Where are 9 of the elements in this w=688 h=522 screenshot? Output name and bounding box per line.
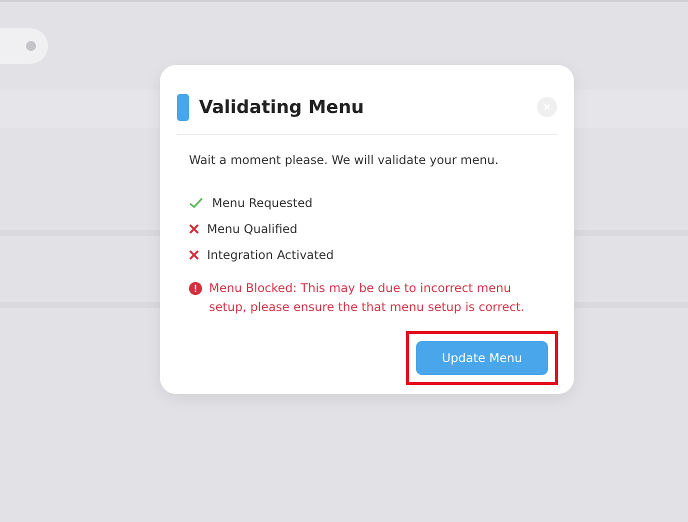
update-menu-button[interactable]: Update Menu [416,341,548,375]
step-label: Integration Activated [207,247,334,264]
step-label: Menu Requested [212,195,313,212]
step-label: Menu Qualified [207,221,298,238]
error-message: Menu Blocked: This may be due to incorrect menu setup, please ensure the that menu setup is correct. [209,280,526,316]
error-icon [189,282,202,295]
title-accent [177,94,189,120]
dialog-message: Wait a moment please. We will validate your menu. [189,152,500,169]
dialog-title: Validating Menu [199,96,364,120]
